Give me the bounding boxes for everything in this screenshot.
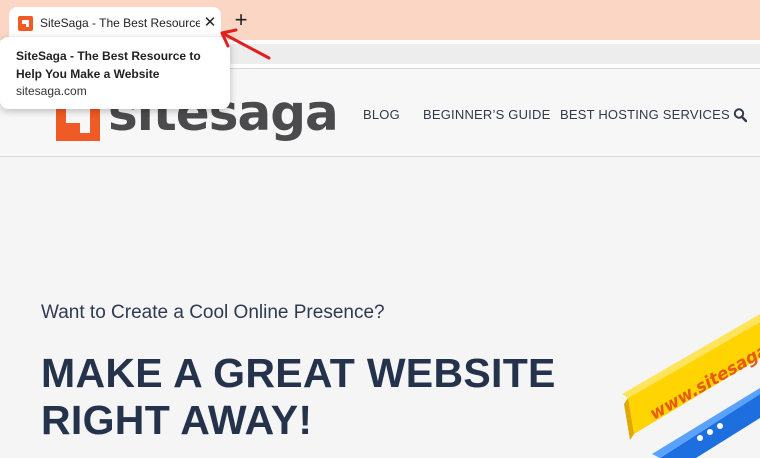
search-icon[interactable] — [733, 107, 747, 123]
nav-blog-link[interactable]: BLOG — [363, 107, 400, 123]
tab-title: SiteSaga - The Best Resource to Help You… — [40, 16, 200, 30]
hero-illustration: www.sitesaga — [600, 300, 760, 458]
tab-hover-card: SiteSaga - The Best Resource to Help You… — [0, 37, 230, 109]
hero-title-line: RIGHT AWAY! — [41, 397, 313, 443]
browser-tab-strip: SiteSaga - The Best Resource to Help You… — [0, 0, 760, 40]
nav-beginners-guide-link[interactable]: BEGINNER’S GUIDE — [423, 107, 550, 123]
tab-hover-card-title: SiteSaga - The Best Resource to Help You… — [16, 49, 201, 81]
hero-title: MAKE A GREAT WEBSITE RIGHT AWAY! — [41, 350, 556, 444]
hero-title-line: MAKE A GREAT WEBSITE — [41, 350, 556, 396]
browser-tab[interactable]: SiteSaga - The Best Resource to Help You… — [9, 7, 221, 40]
annotation-arrow-icon — [220, 28, 271, 60]
sitesaga-favicon-icon — [18, 16, 33, 31]
address-bar[interactable] — [224, 44, 760, 64]
tab-hover-card-url: sitesaga.com — [16, 84, 87, 98]
nav-best-hosting-link[interactable]: BEST HOSTING SERVICES — [560, 107, 730, 123]
hero-subtitle: Want to Create a Cool Online Presence? — [41, 302, 385, 323]
